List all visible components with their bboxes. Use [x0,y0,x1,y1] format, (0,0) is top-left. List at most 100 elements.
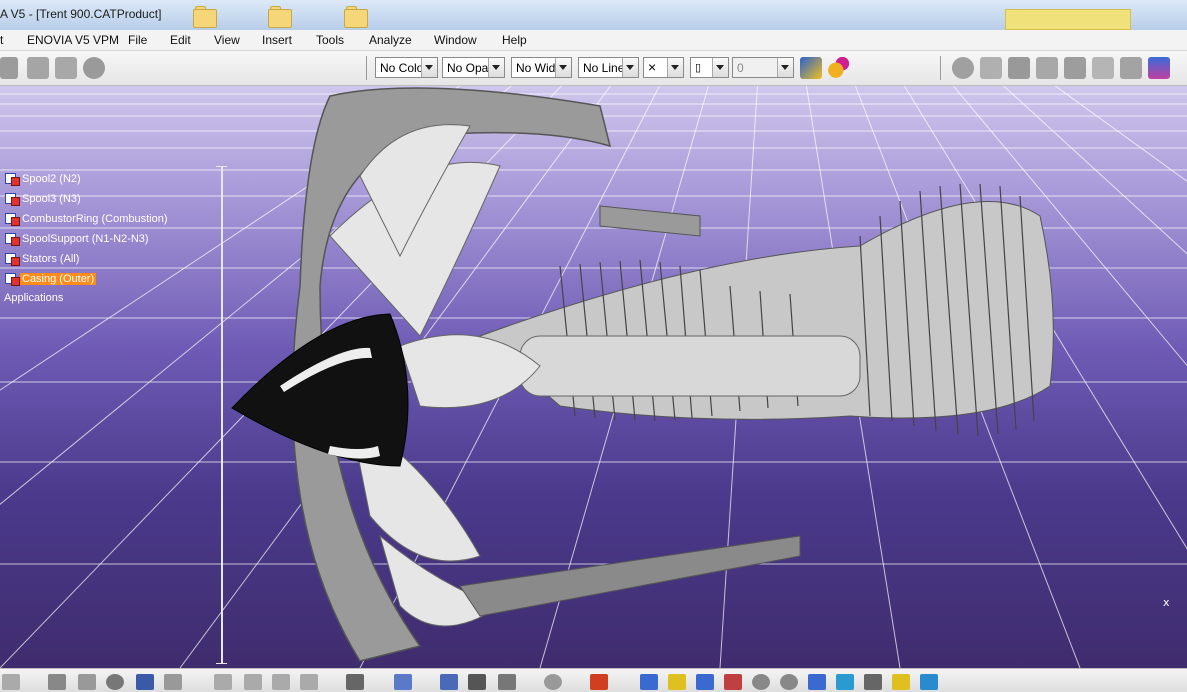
tree-item-label: CombustorRing (Combustion) [22,213,168,225]
color-combo[interactable]: No Colo [375,57,438,78]
cog-icon[interactable] [106,674,124,690]
resize-icon[interactable] [440,674,458,690]
folder-icon[interactable] [268,6,292,28]
snap-icon[interactable] [300,674,318,690]
catalog-icon[interactable] [27,57,49,79]
menu-edit[interactable]: Edit [170,33,191,47]
bottom-toolbar [0,668,1187,692]
rotate-view-icon[interactable] [724,674,742,690]
render-icon[interactable] [1008,57,1030,79]
tree-item-label: Spool3 (N3) [22,193,81,205]
flame-icon[interactable] [78,674,96,690]
layer-style-icon: ▯ [695,62,702,74]
arrow-icon[interactable] [2,674,20,690]
chevron-down-icon[interactable] [777,58,793,77]
tree-item-spool2[interactable]: Spool2 (N2) [4,172,83,188]
3d-viewport[interactable]: Spool2 (N2) Spool3 (N3) CombustorRing (C… [0,86,1187,668]
zoom-out-icon[interactable] [780,674,798,690]
zoom-in-icon[interactable] [752,674,770,690]
menu-analyze[interactable]: Analyze [369,33,412,47]
menu-start[interactable]: t [0,33,3,47]
folder-icon[interactable] [193,6,217,28]
grid-icon[interactable] [590,674,608,690]
menu-tools[interactable]: Tools [316,33,344,47]
explode-icon[interactable] [468,674,486,690]
tree-item-casing[interactable]: Casing (Outer) [4,272,97,288]
toolbar-separator [366,56,367,80]
menu-view[interactable]: View [214,33,240,47]
chevron-down-icon[interactable] [712,58,728,77]
tree-scroll-line[interactable] [221,166,223,664]
cut-icon[interactable] [214,674,232,690]
analysis-icon[interactable] [1036,57,1058,79]
fit-all-icon[interactable] [668,674,686,690]
linetype-combo[interactable]: No Line [578,57,639,78]
update-icon[interactable] [55,57,77,79]
point-combo-value: × [648,59,657,75]
cube-icon[interactable] [980,57,1002,79]
menu-window[interactable]: Window [434,33,477,47]
camera-icon[interactable] [346,674,364,690]
cube-view-icon[interactable] [836,674,854,690]
folder-icon[interactable] [344,6,368,28]
tree-item-applications[interactable]: Applications [2,292,65,308]
sketch-icon[interactable] [164,674,182,690]
opacity-combo[interactable]: No Opa [442,57,505,78]
compass-axis-label: x [1163,596,1170,609]
tree-item-spool-support[interactable]: SpoolSupport (N1-N2-N3) [4,232,151,248]
opacity-combo-value: No Opa [447,61,489,75]
tree-item-label: SpoolSupport (N1-N2-N3) [22,233,149,245]
tree-item-label: Casing (Outer) [20,273,97,285]
menu-file[interactable]: File [128,33,147,47]
save-icon[interactable] [136,674,154,690]
scissors-icon[interactable] [244,674,262,690]
window-title: A V5 - [Trent 900.CATProduct] [0,7,162,21]
chevron-down-icon[interactable] [622,58,638,77]
pencil-icon[interactable] [1092,57,1114,79]
menu-help[interactable]: Help [502,33,527,47]
tree-item-combustor-ring[interactable]: CombustorRing (Combustion) [4,212,170,228]
point-combo[interactable]: × [643,57,684,78]
cog-icon[interactable] [83,57,105,79]
network-icon[interactable] [1148,57,1170,79]
product-icon [4,272,20,286]
manipulate-icon[interactable] [272,674,290,690]
rotate-icon[interactable] [544,674,562,690]
menu-insert[interactable]: Insert [262,33,292,47]
product-icon [4,192,20,206]
hide-show-icon[interactable] [892,674,910,690]
graph-icon[interactable] [0,57,18,79]
linetype-combo-value: No Line [583,61,625,75]
normal-view-icon[interactable] [808,674,826,690]
swap-space-icon[interactable] [920,674,938,690]
width-combo-value: No Wid [516,61,556,75]
width-combo[interactable]: No Wid [511,57,572,78]
chevron-down-icon[interactable] [555,58,571,77]
product-icon [4,232,20,246]
render-style-icon[interactable] [864,674,882,690]
tree-item-stators[interactable]: Stators (All) [4,252,81,268]
layer-combo[interactable]: 0 [732,57,794,78]
pan-icon[interactable] [696,674,714,690]
bottle-icon[interactable] [498,674,516,690]
perspective-grid [0,86,1187,668]
tree-item-spool3[interactable]: Spool3 (N3) [4,192,83,208]
engine-model [231,87,1054,662]
table-icon[interactable] [1120,57,1142,79]
menu-enovia[interactable]: ENOVIA V5 VPM [27,33,119,47]
gear-icon[interactable] [48,674,66,690]
paint-brush-icon[interactable] [800,57,822,79]
title-bar: A V5 - [Trent 900.CATProduct] [0,0,1187,31]
layer-style-combo[interactable]: ▯ [690,57,729,78]
chevron-down-icon[interactable] [421,58,437,77]
tree-item-label: Stators (All) [22,253,80,265]
move-icon[interactable] [394,674,412,690]
chevron-down-icon[interactable] [667,58,683,77]
measure-icon[interactable] [952,57,974,79]
snap-icon[interactable] [1064,57,1086,79]
tree-scroll-cap [216,166,227,167]
format-painter-icon[interactable] [827,57,849,79]
main-toolbar: No Colo No Opa No Wid No Line × ▯ 0 [0,51,1187,86]
chevron-down-icon[interactable] [488,58,504,77]
fly-icon[interactable] [640,674,658,690]
